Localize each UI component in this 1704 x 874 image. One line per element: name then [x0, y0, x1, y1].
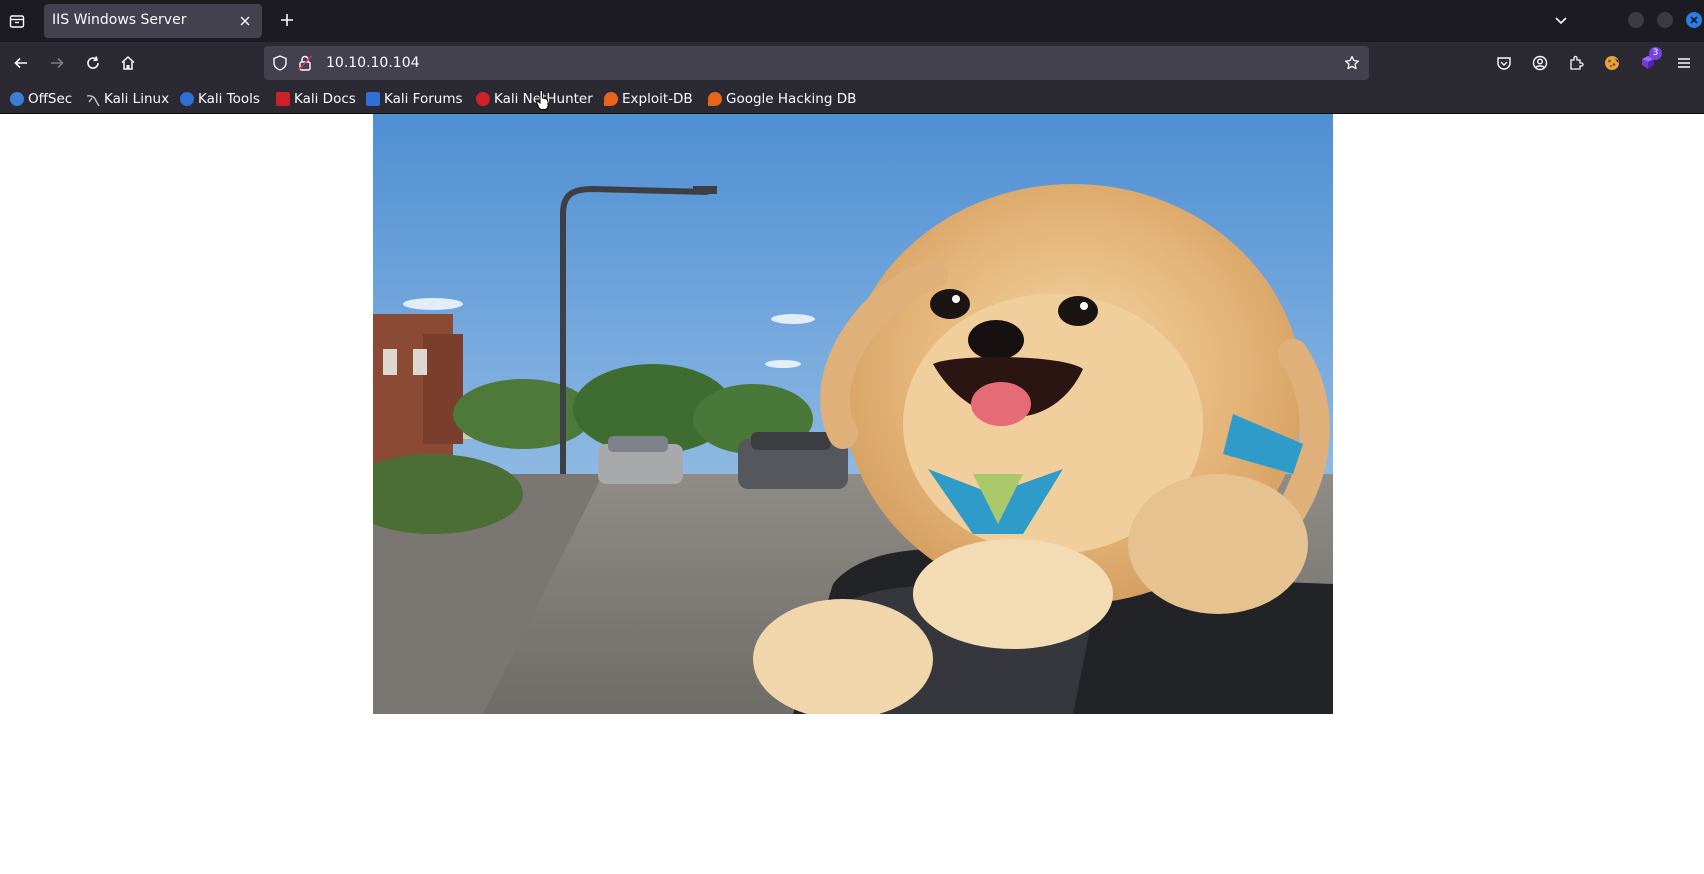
exploit-db-icon — [604, 92, 618, 106]
page-content — [0, 114, 1704, 874]
kali-dragon-icon — [86, 92, 100, 107]
kali-tools-icon — [180, 92, 194, 106]
kali-docs-icon — [276, 92, 290, 106]
reload-icon[interactable] — [81, 51, 105, 75]
bookmark-exploit-db[interactable]: Exploit-DB — [604, 89, 693, 109]
address-bar[interactable]: 10.10.10.104 — [264, 46, 1369, 80]
pocket-icon[interactable] — [1492, 51, 1516, 75]
kali-forums-icon — [366, 92, 380, 106]
close-icon — [1690, 16, 1698, 24]
plus-icon[interactable] — [276, 9, 298, 31]
ghdb-icon — [708, 92, 722, 106]
shield-extension-icon[interactable]: 3 — [1636, 47, 1662, 75]
bookmark-kali-linux[interactable]: Kali Linux — [86, 89, 169, 109]
bookmark-label: Kali Docs — [294, 91, 356, 107]
back-arrow-icon[interactable] — [9, 51, 33, 75]
account-icon[interactable] — [1528, 51, 1552, 75]
hamburger-menu-icon[interactable] — [1672, 51, 1696, 75]
maximize-button[interactable] — [1657, 12, 1673, 28]
bookmark-offsec[interactable]: OffSec — [10, 89, 72, 109]
bookmark-label: Kali Forums — [384, 91, 463, 107]
bookmark-google-hacking-db[interactable]: Google Hacking DB — [708, 89, 856, 109]
pomeranian-dog-photo — [373, 114, 1333, 714]
bookmark-label: Google Hacking DB — [726, 91, 857, 107]
tab-active[interactable]: IIS Windows Server — [44, 4, 262, 38]
forward-arrow-icon[interactable] — [45, 51, 69, 75]
navigation-toolbar: 10.10.10.104 3 — [0, 42, 1704, 84]
extension-badge: 3 — [1649, 47, 1662, 60]
lock-insecure-icon[interactable] — [296, 54, 314, 72]
tab-bar: IIS Windows Server — [0, 0, 1704, 42]
close-icon[interactable] — [235, 11, 255, 31]
home-icon[interactable] — [116, 51, 140, 75]
star-icon[interactable] — [1343, 54, 1361, 72]
offsec-icon — [10, 92, 24, 106]
hand-cursor-icon — [536, 90, 549, 110]
url-text[interactable]: 10.10.10.104 — [326, 55, 420, 71]
cookie-extension-icon[interactable] — [1600, 51, 1624, 75]
bookmarks-toolbar: OffSec Kali Linux Kali Tools Kali Docs K… — [0, 84, 1704, 114]
chevron-down-icon[interactable] — [1550, 9, 1572, 31]
bookmark-kali-forums[interactable]: Kali Forums — [366, 89, 463, 109]
shield-icon[interactable] — [271, 54, 289, 72]
close-window-button[interactable] — [1686, 12, 1702, 28]
bookmark-label: OffSec — [28, 91, 73, 107]
bookmark-kali-docs[interactable]: Kali Docs — [276, 89, 356, 109]
kali-nethunter-icon — [476, 92, 490, 106]
extensions-icon[interactable] — [1564, 51, 1588, 75]
bookmark-label: Kali Linux — [104, 91, 170, 107]
bookmark-label: Kali Tools — [198, 91, 260, 107]
bookmark-kali-nethunter[interactable]: Kali NetHunter — [476, 89, 593, 109]
tab-title: IIS Windows Server — [52, 12, 187, 28]
bookmark-label: Exploit-DB — [622, 91, 693, 107]
bookmark-kali-tools[interactable]: Kali Tools — [180, 89, 260, 109]
list-all-tabs-icon[interactable] — [6, 10, 28, 32]
minimize-button[interactable] — [1628, 12, 1644, 28]
